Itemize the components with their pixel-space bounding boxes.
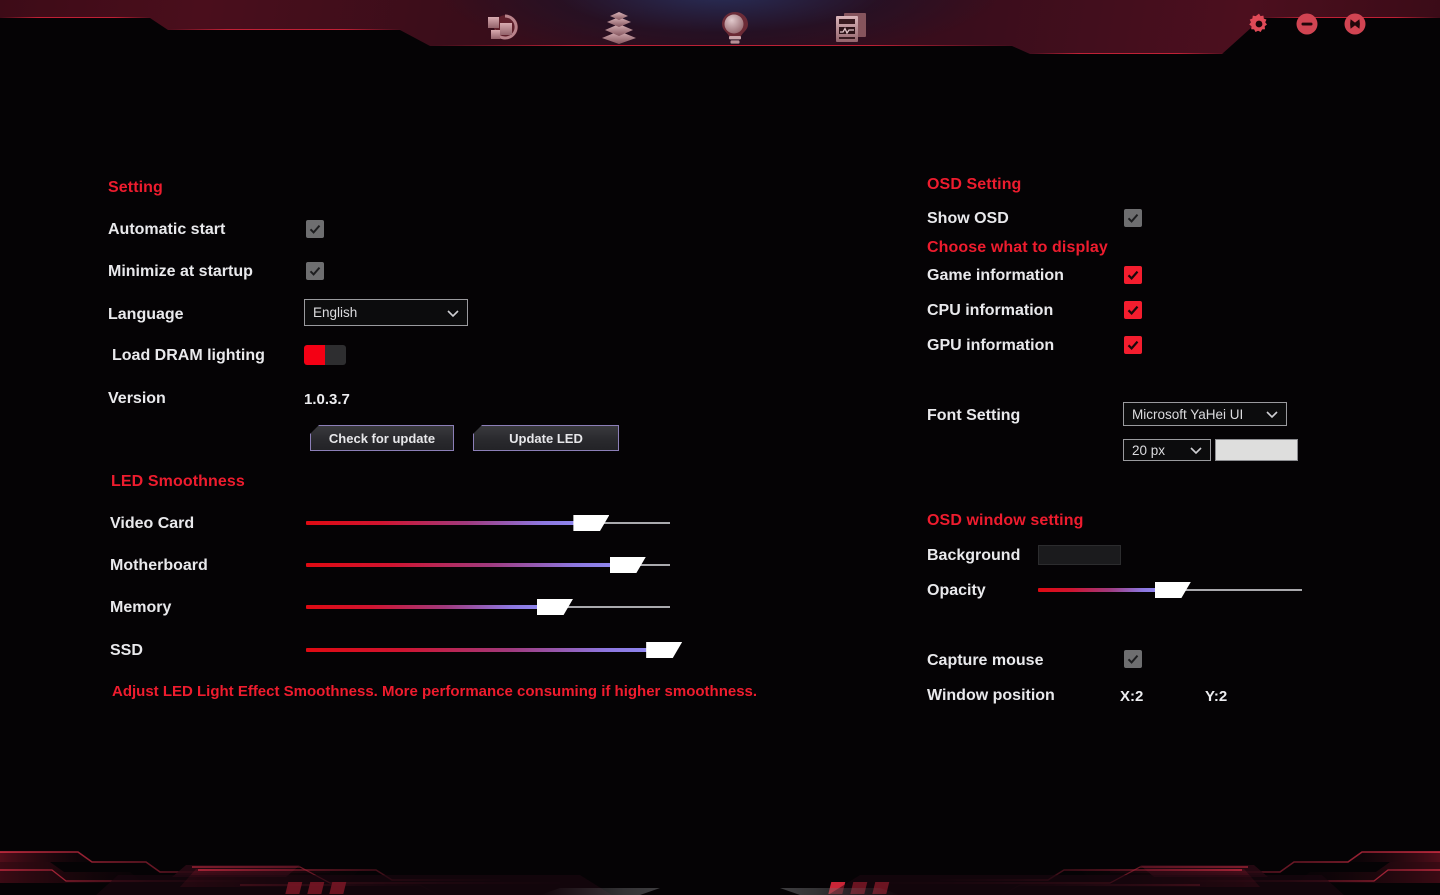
slider-fill [306,605,539,609]
capture-mouse-checkbox[interactable] [1124,650,1142,668]
minimize-icon [1295,12,1319,41]
minimize-button[interactable] [1294,13,1320,39]
chevron-down-icon [1264,406,1280,422]
nav-layers-button[interactable] [598,8,640,48]
font-size-value: 20 px [1132,442,1166,458]
slider-fill [306,648,649,652]
title-bar [0,0,1440,62]
window-position-label: Window position [927,687,1055,704]
check-icon [1127,213,1139,223]
titlebar-edge-line [1030,53,1226,54]
automatic-start-checkbox[interactable] [306,220,324,238]
chevron-down-icon [445,305,461,321]
check-icon [1127,340,1139,351]
slider-thumb[interactable] [1154,582,1191,598]
font-color-swatch[interactable] [1215,439,1298,461]
chevron-down-icon [1188,442,1204,458]
main-navigation [482,8,872,48]
version-value: 1.0.3.7 [304,391,350,408]
check-icon [1127,270,1139,281]
opacity-slider[interactable] [1038,579,1302,601]
close-button[interactable] [1342,13,1368,39]
gear-icon [1247,12,1271,41]
settings-button[interactable] [1246,13,1272,39]
layers-icon [600,11,638,45]
led-smoothness-note: Adjust LED Light Effect Smoothness. More… [112,683,758,700]
font-family-select[interactable]: Microsoft YaHei UI [1123,402,1287,426]
settings-page: Setting Automatic start Minimize at star… [0,62,1440,832]
choose-what-to-display-label: Choose what to display [927,239,1108,256]
video-card-label: Video Card [110,515,195,532]
background-label: Background [927,547,1021,564]
monitor-icon [833,11,869,45]
gpu-information-label: GPU information [927,337,1055,354]
background-color-swatch[interactable] [1038,545,1121,565]
window-position-y: Y:2 [1205,688,1228,705]
app-window: Setting Automatic start Minimize at star… [0,0,1440,895]
load-dram-lighting-label: Load DRAM lighting [112,347,265,364]
font-setting-label: Font Setting [927,407,1021,424]
capture-mouse-label: Capture mouse [927,652,1044,669]
slider-thumb[interactable] [536,599,573,615]
font-family-value: Microsoft YaHei UI [1132,406,1244,422]
close-icon [1343,12,1367,41]
memory-slider[interactable] [306,596,670,618]
slider-fill [1038,588,1157,592]
language-label: Language [108,306,184,323]
sync-icon [485,11,521,45]
check-icon [1127,305,1139,316]
titlebar-edge-line [0,17,152,18]
toggle-knob [304,345,325,365]
game-information-label: Game information [927,267,1064,284]
nav-sync-button[interactable] [482,8,524,48]
window-controls [1246,13,1368,39]
osd-window-setting-section-title: OSD window setting [927,512,1084,529]
motherboard-slider[interactable] [306,554,670,576]
window-position-x: X:2 [1120,688,1144,705]
video-card-slider[interactable] [306,512,670,534]
check-icon [309,266,321,276]
ssd-label: SSD [110,642,143,659]
game-information-checkbox[interactable] [1124,266,1142,284]
slider-thumb[interactable] [609,557,646,573]
version-label: Version [108,390,166,407]
automatic-start-label: Automatic start [108,221,226,238]
led-smoothness-section-title: LED Smoothness [111,473,245,490]
slider-fill [306,563,612,567]
titlebar-edge-line [168,29,402,30]
setting-section-title: Setting [108,179,163,196]
ssd-slider[interactable] [306,639,683,661]
check-icon [1127,654,1139,664]
slider-fill [306,521,576,525]
language-select-value: English [313,305,358,320]
show-osd-label: Show OSD [927,210,1009,227]
cpu-information-checkbox[interactable] [1124,301,1142,319]
osd-setting-section-title: OSD Setting [927,176,1022,193]
show-osd-checkbox[interactable] [1124,209,1142,227]
opacity-label: Opacity [927,582,986,599]
slider-thumb[interactable] [646,642,683,658]
gpu-information-checkbox[interactable] [1124,336,1142,354]
minimize-at-startup-label: Minimize at startup [108,263,253,280]
update-led-button[interactable]: Update LED [473,425,619,451]
motherboard-label: Motherboard [110,557,208,574]
cpu-information-label: CPU information [927,302,1054,319]
slider-thumb[interactable] [573,515,610,531]
font-size-select[interactable]: 20 px [1123,439,1211,461]
nav-lighting-button[interactable] [714,8,756,48]
load-dram-lighting-toggle[interactable] [304,345,346,365]
check-icon [309,224,321,234]
language-select[interactable]: English [304,299,468,326]
check-for-update-button[interactable]: Check for update [310,425,454,451]
nav-monitoring-button[interactable] [830,8,872,48]
memory-label: Memory [110,599,172,616]
bulb-icon [719,10,751,46]
minimize-at-startup-checkbox[interactable] [306,262,324,280]
